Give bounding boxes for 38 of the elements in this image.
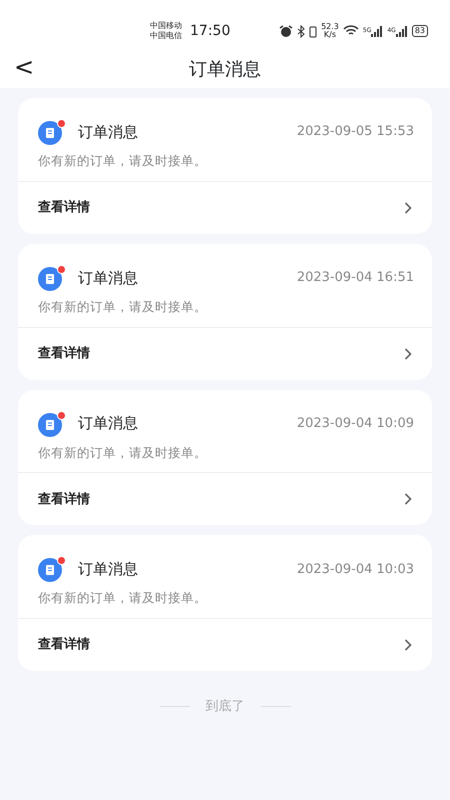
document-icon	[38, 121, 62, 145]
page-title: 订单消息	[189, 58, 261, 82]
message-title: 订单消息	[78, 268, 138, 288]
network-speed: K/s	[322, 31, 338, 39]
message-time: 2023-09-05 15:53	[296, 123, 414, 142]
alarm-icon	[279, 24, 294, 38]
document-icon	[38, 412, 62, 436]
document-icon	[38, 558, 62, 582]
message-title: 订单消息	[78, 122, 138, 143]
back-button[interactable]: <	[14, 52, 34, 82]
chevron-right-icon	[404, 639, 412, 651]
end-of-list-text: 到底了	[206, 698, 244, 716]
message-time: 2023-09-04 16:51	[296, 269, 414, 287]
message-time: 2023-09-04 10:09	[296, 414, 414, 433]
message-text: 你有新的订单，请及时接单。	[37, 152, 208, 170]
status-time: 17:50	[190, 22, 230, 40]
view-details-button[interactable]: 查看详情	[18, 473, 432, 526]
message-text: 你有新的订单，请及时接单。	[37, 589, 208, 608]
document-icon	[38, 266, 62, 291]
signal-icon	[371, 26, 384, 36]
message-time: 2023-09-04 10:03	[296, 560, 414, 578]
message-text: 你有新的订单，请及时接单。	[37, 298, 208, 316]
bluetooth-icon	[297, 24, 306, 38]
battery-icon: 83	[412, 25, 428, 37]
view-details-button[interactable]: 查看详情	[18, 182, 432, 234]
chevron-right-icon	[404, 202, 412, 214]
view-details-button[interactable]: 查看详情	[18, 619, 432, 671]
view-details-button[interactable]: 查看详情	[18, 328, 432, 380]
signal-icon	[396, 26, 408, 36]
carrier-label: 中国电信	[150, 31, 182, 41]
message-title: 订单消息	[78, 559, 138, 580]
chevron-right-icon	[404, 348, 412, 360]
message-title: 订单消息	[78, 413, 138, 434]
chevron-right-icon	[404, 493, 412, 506]
wifi-icon	[342, 25, 359, 37]
network-speed: 52.3	[321, 23, 339, 31]
message-text: 你有新的订单，请及时接单。	[37, 444, 208, 462]
carrier-label: 中国移动	[150, 21, 182, 31]
